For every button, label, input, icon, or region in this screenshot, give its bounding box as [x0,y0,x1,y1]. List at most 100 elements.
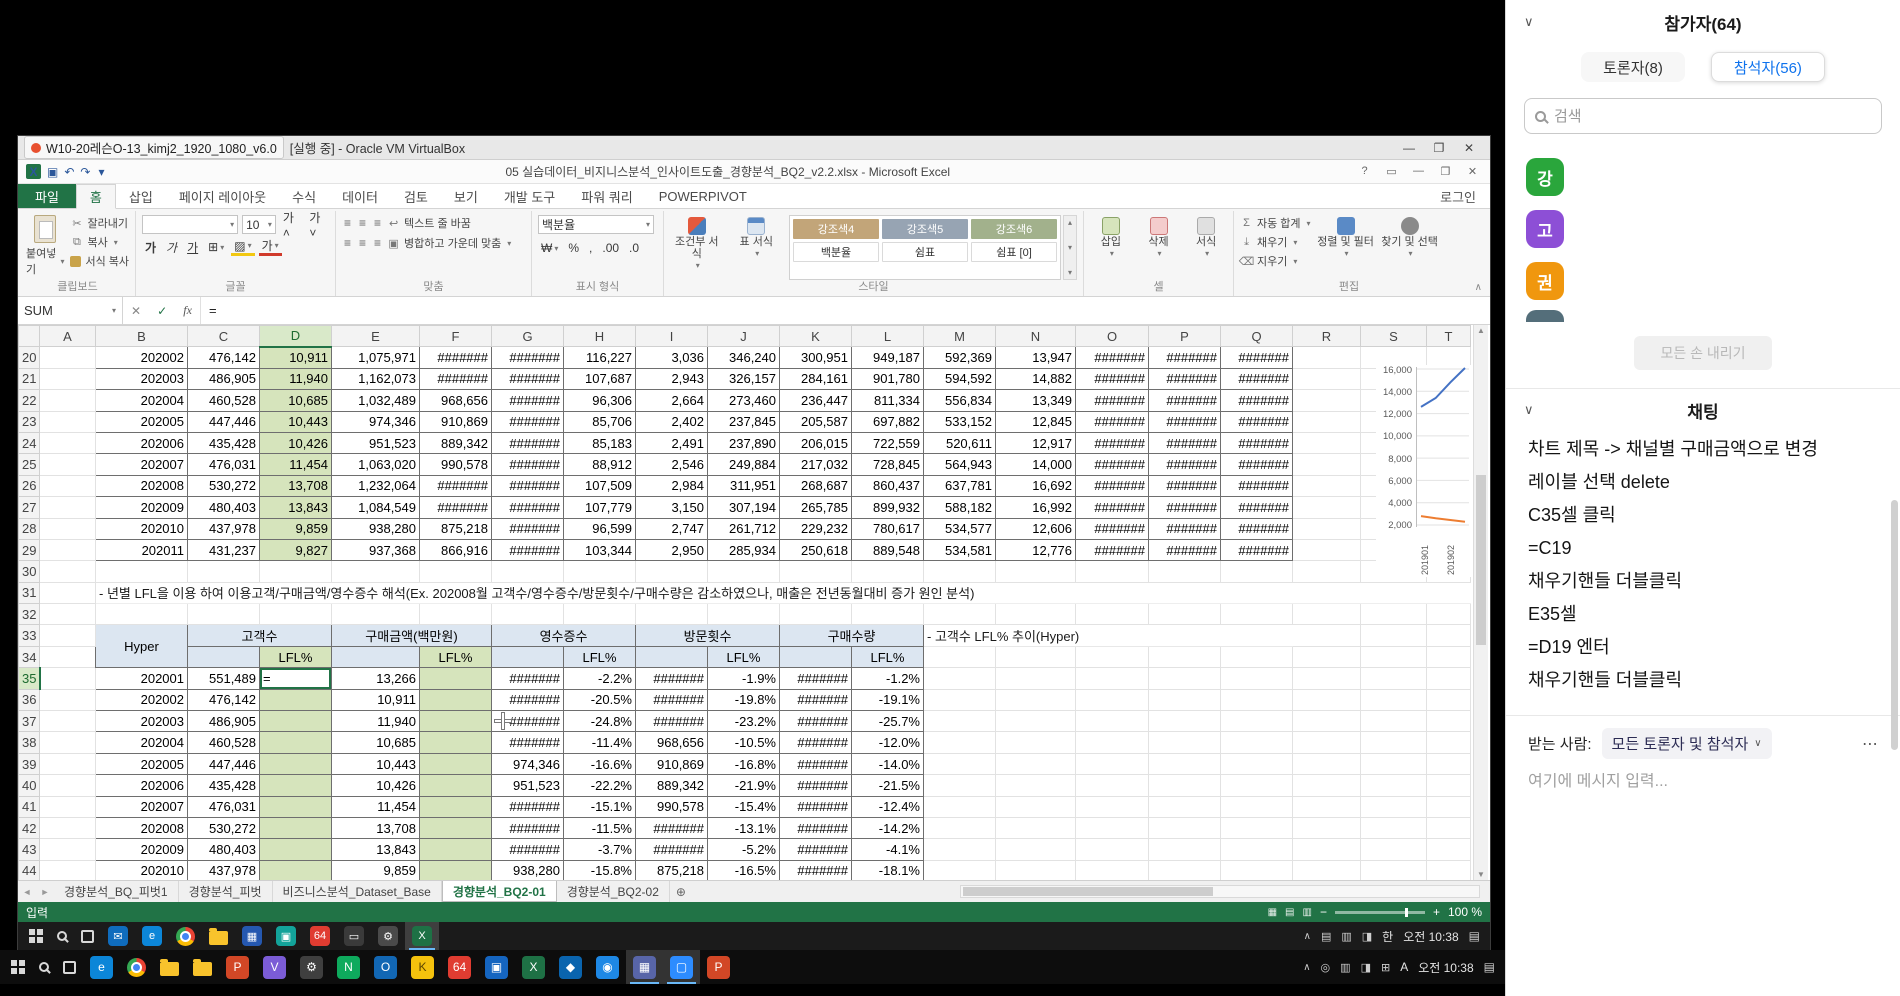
format-as-table-button[interactable]: 표 서식 ▾ [730,215,784,280]
cell[interactable]: 476,142 [188,689,260,710]
cell[interactable] [40,539,96,560]
cell[interactable]: 530,272 [188,475,260,496]
cell[interactable] [1293,411,1361,432]
increase-decimal-button[interactable]: .00 [599,239,622,257]
cell[interactable] [1293,518,1361,539]
cell[interactable]: 250,618 [780,539,852,560]
cell[interactable]: 12,776 [996,539,1076,560]
cell[interactable]: 202005 [96,753,188,774]
cell[interactable]: 2,664 [636,390,708,411]
row-header-35[interactable]: 35 [19,668,40,689]
cell[interactable] [1293,753,1361,774]
taskbar-icon-badge-64[interactable]: 64 [303,922,337,950]
cell[interactable]: ####### [492,732,564,753]
cell[interactable]: 564,943 [924,454,996,475]
cell[interactable]: 486,905 [188,711,260,732]
cell[interactable] [996,732,1076,753]
cell[interactable] [40,711,96,732]
table-group-header[interactable]: 구매수량 [780,625,924,646]
page-layout-view-button[interactable]: ▤ [1285,907,1294,918]
cell[interactable]: 3,150 [636,497,708,518]
cell[interactable]: 889,342 [420,432,492,453]
cell[interactable]: -1.9% [708,668,780,689]
cell[interactable] [1076,689,1149,710]
sheet-nav-next[interactable]: ► [36,881,54,902]
cell[interactable]: ####### [1076,411,1149,432]
panel-scrollbar[interactable] [1891,500,1898,750]
tray-icon-2[interactable]: ◨ [1361,961,1371,974]
ribbon-tab-파일[interactable]: 파일 [18,184,76,208]
cell[interactable] [1293,347,1361,368]
cell[interactable]: 202001 [96,668,188,689]
analysis-note[interactable]: - 년별 LFL을 이용 하여 이용고객/구매금액/영수증수 해석(Ex. 20… [96,582,1471,603]
cell[interactable] [260,711,332,732]
accounting-format-button[interactable]: ₩▾ [538,239,561,257]
column-header-R[interactable]: R [1293,326,1361,347]
cell[interactable]: 594,592 [924,368,996,389]
cell[interactable] [1076,604,1149,625]
cell[interactable]: 2,943 [636,368,708,389]
cell[interactable]: 637,781 [924,475,996,496]
taskbar-icon-camera[interactable]: ◉ [589,950,626,984]
select-all-button[interactable] [19,326,40,347]
cell[interactable]: 2,491 [636,432,708,453]
taskbar-icon-app-purple[interactable]: V [256,950,293,984]
cell[interactable]: 486,905 [188,368,260,389]
taskbar-icon-settings[interactable]: ⚙ [371,922,405,950]
cell-style-강조색5[interactable]: 강조색5 [882,219,968,239]
cell[interactable] [420,796,492,817]
cell[interactable]: ####### [780,753,852,774]
column-header-O[interactable]: O [1076,326,1149,347]
cell[interactable]: -1.2% [852,668,924,689]
column-header-G[interactable]: G [492,326,564,347]
row-header-27[interactable]: 27 [19,497,40,518]
zoom-slider[interactable] [1335,911,1425,914]
cell[interactable]: 2,950 [636,539,708,560]
cell[interactable] [1149,668,1221,689]
taskbar-icon-screen-share[interactable]: ▦ [626,950,663,984]
cell[interactable]: 202003 [96,711,188,732]
cell[interactable] [996,860,1076,880]
cell[interactable]: ####### [1221,475,1293,496]
cell[interactable] [1427,775,1471,796]
tray-icon-1[interactable]: ▥ [1341,930,1351,943]
cell[interactable] [996,668,1076,689]
cell[interactable]: 202004 [96,390,188,411]
cell[interactable] [332,646,420,667]
ribbon-tab-파워 쿼리[interactable]: 파워 쿼리 [568,184,645,208]
cell[interactable]: 12,606 [996,518,1076,539]
panel-tab-토론자(8)[interactable]: 토론자(8) [1581,52,1685,82]
chat-more-button[interactable]: ⋯ [1862,734,1878,754]
cell[interactable]: ####### [492,347,564,368]
cell[interactable] [1361,711,1427,732]
cell[interactable] [1361,775,1427,796]
lfl-header[interactable]: LFL% [420,646,492,667]
lfl-header[interactable]: LFL% [260,646,332,667]
cell[interactable] [996,711,1076,732]
taskbar-icon-chrome[interactable] [120,950,153,984]
cell[interactable]: 974,346 [492,753,564,774]
cell[interactable] [40,839,96,860]
tray-notification-button[interactable]: ▤ [1484,960,1495,974]
row-header-20[interactable]: 20 [19,347,40,368]
tray-notification-button[interactable]: ▤ [1469,929,1480,943]
cell[interactable]: 16,692 [996,475,1076,496]
cell[interactable] [1149,817,1221,838]
cell[interactable] [420,604,492,625]
cell[interactable]: 910,869 [420,411,492,432]
cell[interactable] [1293,432,1361,453]
table-group-header[interactable]: 영수증수 [492,625,636,646]
cell[interactable] [1427,839,1471,860]
format-cells-button[interactable]: 서식▾ [1185,215,1227,280]
cell[interactable]: ####### [1149,368,1221,389]
cell[interactable]: ####### [1149,518,1221,539]
row-header-39[interactable]: 39 [19,753,40,774]
cell[interactable] [1293,796,1361,817]
column-header-T[interactable]: T [1427,326,1471,347]
excel-minimize-button[interactable]: — [1405,165,1432,178]
taskbar-icon-mail[interactable]: ✉ [101,922,135,950]
column-header-S[interactable]: S [1361,326,1427,347]
collapse-chat-icon[interactable]: ∨ [1524,402,1534,418]
cell[interactable] [924,753,996,774]
lfl-header[interactable]: LFL% [852,646,924,667]
